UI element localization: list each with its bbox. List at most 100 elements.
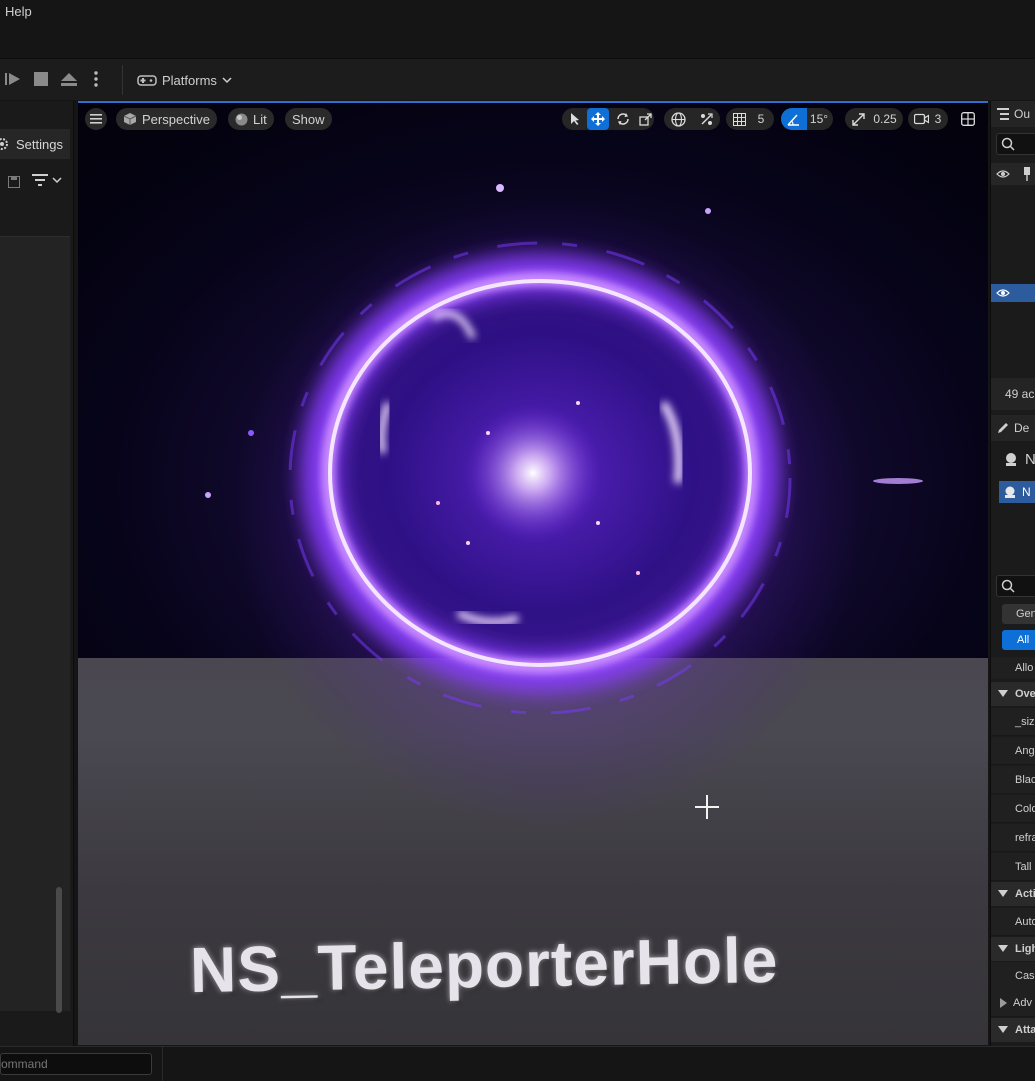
pin-icon bbox=[1024, 167, 1030, 181]
more-options-icon[interactable] bbox=[89, 67, 103, 91]
gear-icon bbox=[0, 138, 8, 150]
details-tab[interactable]: De bbox=[991, 415, 1035, 441]
details-property-row[interactable]: Cas bbox=[991, 962, 1035, 990]
filter-icon bbox=[32, 174, 48, 186]
teleporter-hole-effect bbox=[205, 184, 923, 715]
outliner-selected-row[interactable] bbox=[991, 284, 1035, 302]
settings-label: Settings bbox=[16, 136, 63, 152]
surface-snap-icon[interactable] bbox=[696, 108, 716, 130]
level-viewport[interactable]: NS_TeleporterHole Perspective Lit Show 5… bbox=[78, 101, 988, 1045]
gamepad-icon bbox=[137, 75, 157, 86]
rotation-snap-icon[interactable] bbox=[781, 108, 807, 130]
component-tree-item[interactable]: N bbox=[999, 481, 1035, 503]
details-row-label: Auto bbox=[1015, 916, 1035, 928]
details-property-row[interactable]: Adv bbox=[991, 989, 1035, 1017]
eye-icon bbox=[996, 170, 1010, 178]
select-tool-icon[interactable] bbox=[566, 108, 584, 130]
camera-speed-value[interactable]: 3 bbox=[932, 108, 944, 130]
stop-icon[interactable] bbox=[31, 67, 51, 91]
scale-snap-icon[interactable] bbox=[849, 108, 867, 130]
status-bar bbox=[0, 1046, 1035, 1081]
actor-count: 49 ac bbox=[991, 378, 1035, 410]
sphere-icon bbox=[235, 113, 248, 125]
crosshair-cursor-icon bbox=[695, 795, 719, 819]
details-category-row[interactable]: Acti bbox=[991, 882, 1035, 906]
status-separator bbox=[162, 1047, 163, 1081]
details-category-row[interactable]: Atta bbox=[991, 1018, 1035, 1042]
world-space-icon[interactable] bbox=[668, 108, 688, 130]
hamburger-icon bbox=[90, 114, 102, 124]
outliner-search-input[interactable] bbox=[996, 133, 1035, 155]
details-property-row[interactable]: Ang bbox=[991, 737, 1035, 765]
layout-icon[interactable] bbox=[958, 108, 978, 130]
grid-snap-icon[interactable] bbox=[730, 108, 748, 130]
details-property-row[interactable]: Colo bbox=[991, 795, 1035, 823]
rotation-snap-value[interactable]: 15° bbox=[807, 108, 831, 130]
chevron-down-icon bbox=[222, 77, 232, 84]
details-tab-label: De bbox=[1014, 421, 1030, 435]
eject-icon[interactable] bbox=[58, 67, 80, 91]
details-row-label: Cas bbox=[1015, 970, 1035, 982]
chevron-down-icon bbox=[998, 945, 1008, 952]
outliner-icon bbox=[997, 108, 1009, 120]
details-category-row[interactable]: Ligh bbox=[991, 937, 1035, 961]
scale-snap-value[interactable]: 0.25 bbox=[870, 108, 900, 130]
details-search-input[interactable] bbox=[996, 575, 1035, 597]
details-row-label: Tall bbox=[1015, 861, 1032, 873]
translate-tool-icon[interactable] bbox=[587, 108, 609, 130]
chevron-down-icon bbox=[998, 690, 1008, 697]
chevron-down-icon bbox=[52, 177, 62, 184]
perspective-button[interactable]: Perspective bbox=[116, 108, 217, 130]
filter-button[interactable] bbox=[32, 173, 62, 187]
details-row-label: Blac bbox=[1015, 774, 1035, 786]
details-actor-row: N bbox=[991, 447, 1035, 471]
details-row-label: Adv bbox=[1013, 997, 1032, 1009]
chevron-right-icon bbox=[1000, 998, 1007, 1008]
scale-tool-icon[interactable] bbox=[636, 108, 656, 130]
details-row-label: Colo bbox=[1015, 803, 1035, 815]
details-property-row[interactable]: Blac bbox=[991, 766, 1035, 794]
console-command-input[interactable] bbox=[0, 1053, 152, 1075]
cube-icon bbox=[123, 113, 137, 125]
scrollbar[interactable] bbox=[56, 887, 62, 1013]
grid-snap-value[interactable]: 5 bbox=[754, 108, 768, 130]
search-icon bbox=[1001, 137, 1015, 151]
menu-bar: Help bbox=[0, 0, 1035, 58]
actor-icon bbox=[1006, 453, 1016, 466]
outliner-tab[interactable]: Ou bbox=[991, 101, 1035, 127]
details-property-row[interactable]: Tall bbox=[991, 853, 1035, 881]
platforms-label: Platforms bbox=[162, 72, 217, 88]
filter-general-button[interactable]: Gen bbox=[1002, 604, 1035, 624]
filter-all-button[interactable]: All bbox=[1002, 630, 1035, 650]
details-row-label: Ligh bbox=[1015, 943, 1035, 955]
allow-row: Allo bbox=[991, 657, 1035, 679]
component-tree-label: N bbox=[1022, 485, 1031, 499]
details-row-label: _siz bbox=[1015, 716, 1035, 728]
lit-label: Lit bbox=[253, 111, 267, 127]
show-label: Show bbox=[292, 111, 325, 127]
details-row-label: Ang bbox=[1015, 745, 1035, 757]
play-advance-icon[interactable] bbox=[3, 67, 23, 91]
rotate-tool-icon[interactable] bbox=[613, 108, 633, 130]
toolbar-separator bbox=[122, 65, 123, 95]
details-row-label: Atta bbox=[1015, 1024, 1035, 1036]
details-property-row[interactable]: Auto bbox=[991, 908, 1035, 936]
details-property-row[interactable]: refra bbox=[991, 824, 1035, 852]
save-icon[interactable] bbox=[8, 175, 20, 193]
camera-icon[interactable] bbox=[912, 108, 930, 130]
search-icon bbox=[1001, 579, 1015, 593]
main-toolbar: Platforms bbox=[0, 58, 1035, 100]
platforms-button[interactable]: Platforms bbox=[137, 68, 232, 92]
viewport-menu-button[interactable] bbox=[85, 108, 107, 130]
details-category-row[interactable]: Ove bbox=[991, 682, 1035, 706]
left-panel: Settings bbox=[0, 101, 74, 1046]
show-button[interactable]: Show bbox=[285, 108, 332, 130]
outliner-tab-label: Ou bbox=[1014, 107, 1031, 121]
menu-help[interactable]: Help bbox=[5, 4, 32, 19]
settings-button[interactable]: Settings bbox=[0, 129, 70, 159]
chevron-down-icon bbox=[998, 1026, 1008, 1033]
details-property-row[interactable]: _siz bbox=[991, 708, 1035, 736]
details-actor-name: N bbox=[1025, 450, 1035, 468]
lit-button[interactable]: Lit bbox=[228, 108, 274, 130]
left-list-area bbox=[0, 236, 70, 1013]
